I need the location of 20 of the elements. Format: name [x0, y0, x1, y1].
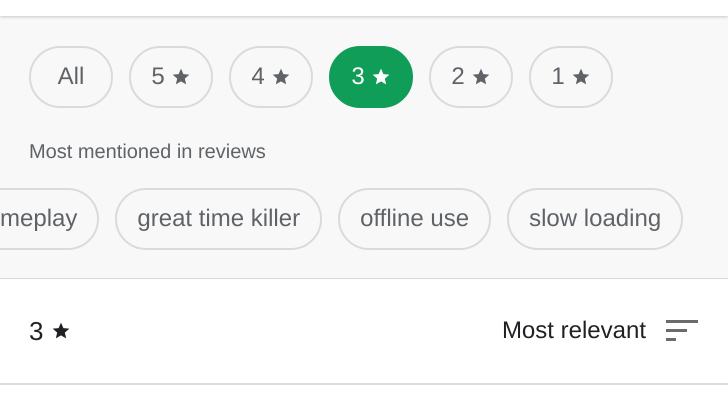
- star-icon: [370, 67, 391, 87]
- star-icon: [51, 321, 72, 341]
- rating-filter-chip[interactable]: All: [29, 46, 113, 108]
- rating-filter-chip[interactable]: 4: [229, 46, 313, 108]
- rating-filter-chip[interactable]: 1: [529, 46, 613, 108]
- rating-filter-chip[interactable]: 5: [129, 46, 213, 108]
- rating-filter-chip[interactable]: 3: [329, 46, 413, 108]
- topic-chip[interactable]: offline use: [338, 188, 492, 250]
- star-icon: [470, 67, 491, 87]
- star-icon: [170, 67, 191, 87]
- topic-chip[interactable]: great time killer: [115, 188, 322, 250]
- rating-label: 3: [29, 314, 44, 348]
- rating-filter-chip[interactable]: 2: [429, 46, 513, 108]
- star-icon: [270, 67, 291, 87]
- topic-chip[interactable]: meplay: [0, 188, 100, 250]
- star-icon: [570, 67, 591, 87]
- sort-icon: [666, 320, 698, 342]
- topic-chip[interactable]: slow loading: [507, 188, 684, 250]
- section-title: Most mentioned in reviews: [28, 140, 267, 164]
- sort-button[interactable]: Most relevant: [502, 313, 698, 349]
